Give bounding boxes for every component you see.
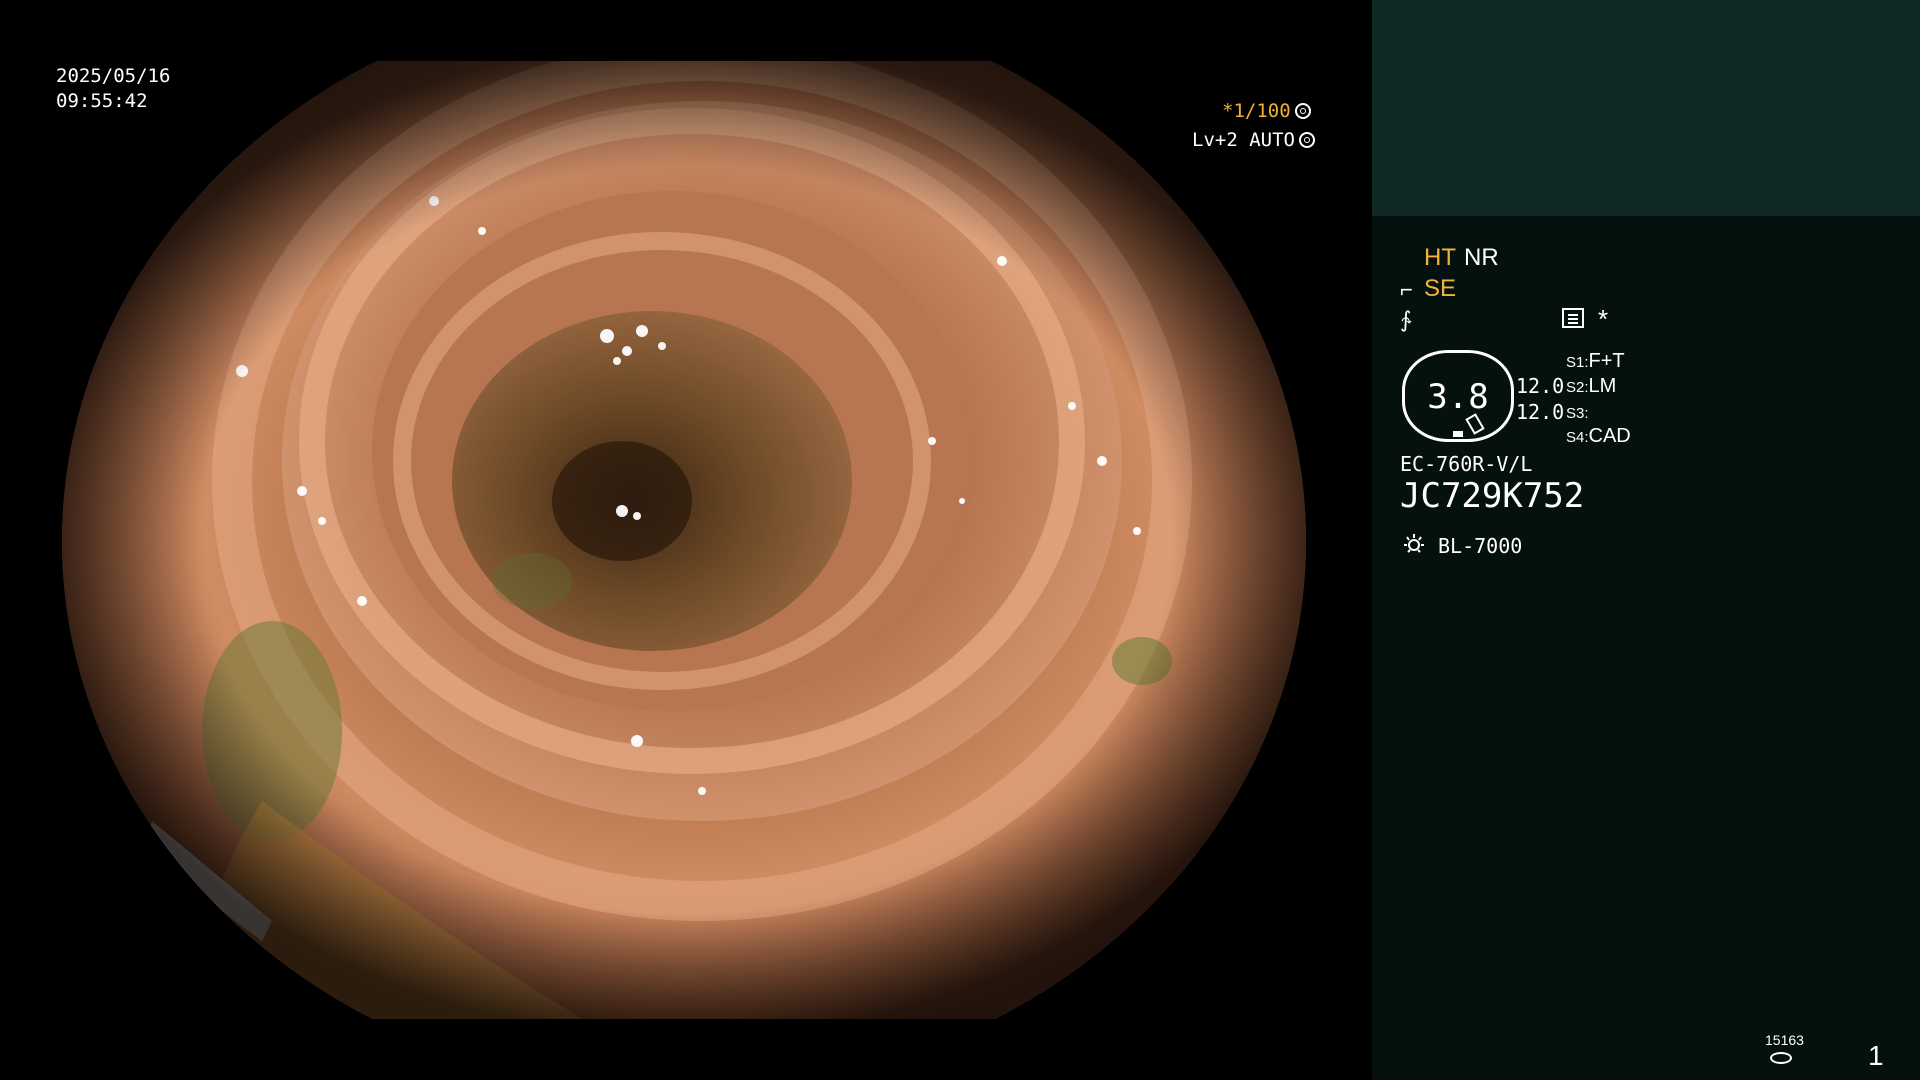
zoom-marker-icon [1453,431,1463,437]
ht-indicator: HT [1424,244,1456,271]
nr-indicator: NR [1464,244,1499,271]
tone-curve-icon: ∱ [1400,307,1412,332]
zoom-indicator: 3.8 [1402,350,1514,442]
disk-count: 15163 [1765,1032,1804,1048]
panel-header-area [1372,0,1920,216]
endoscopic-image [62,61,1310,1019]
setting-value-2: 12.0 [1516,400,1565,424]
exposure-value: Lv+2 AUTO [1192,129,1295,151]
switch-row-2: S2:LM [1566,374,1616,400]
page-number: 1 [1868,1040,1884,1071]
se-indicator: SE [1424,275,1457,302]
colon-lumen-image [62,61,1306,1019]
scope-serial: JC729K752 [1400,476,1585,516]
switch-key: S2: [1566,379,1589,396]
asterisk-icon: * [1598,304,1609,334]
scope-model: EC-760R-V/L [1400,452,1533,476]
light-source-label: BL-7000 [1438,534,1523,558]
exposure-readout: Lv+2 AUTO [1192,128,1315,152]
shutter-value: *1/100 [1222,100,1291,122]
setting-value-1: 12.0 [1516,374,1565,398]
date-readout: 2025/05/16 [56,65,171,87]
switch-row-3: S3: [1566,400,1589,426]
light-source-icon [1404,534,1424,553]
aperture-icon [1294,103,1311,119]
structure-enhance-icon: ⌐ [1400,277,1413,302]
switch-value: LM [1588,375,1617,397]
zoom-value: 3.8 [1427,377,1489,417]
switch-key: S3: [1566,405,1589,422]
info-panel: HT NR ⌐ SE ∱ * 3.8 12.0 12.0 S1:F+T S2:L… [1372,0,1920,1080]
disk-icon [1770,1052,1792,1064]
list-icon [1562,308,1584,328]
shutter-readout: *1/100 [1222,99,1318,123]
switch-key: S1: [1566,354,1589,371]
switch-row-1: S1:F+T [1566,349,1625,375]
iris-icon [1298,132,1315,148]
switch-key: S4: [1566,429,1589,446]
time-readout: 09:55:42 [56,90,148,112]
switch-value: CAD [1588,425,1631,447]
endoscopic-view: 2025/05/16 09:55:42 *1/100 Lv+2 AUTO [0,0,1372,1080]
switch-row-4: S4:CAD [1566,424,1631,450]
switch-value: F+T [1588,350,1625,372]
